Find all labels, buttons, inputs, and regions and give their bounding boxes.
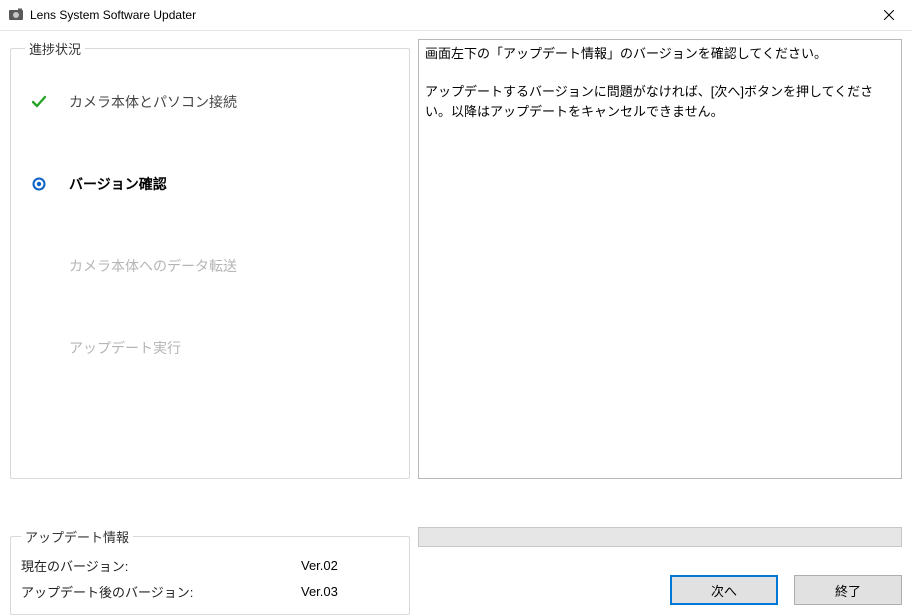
current-version-row: 現在のバージョン: Ver.02 <box>21 552 399 578</box>
step-label: カメラ本体へのデータ転送 <box>51 256 237 276</box>
instructions-panel: 画面左下の「アップデート情報」のバージョンを確認してください。 アップデートする… <box>418 39 902 479</box>
finish-button[interactable]: 終了 <box>794 575 902 605</box>
progress-fieldset: 進捗状況 カメラ本体とパソコン接続 バージョン確認 <box>10 39 410 479</box>
step-label: バージョン確認 <box>51 174 167 194</box>
close-icon <box>884 10 894 20</box>
check-icon <box>27 95 51 109</box>
current-step-icon <box>27 177 51 191</box>
instructions-line2: アップデートするバージョンに問題がなければ、[次へ]ボタンを押してください。以降… <box>425 82 895 122</box>
step-execute: アップデート実行 <box>25 324 395 372</box>
update-info-fieldset: アップデート情報 現在のバージョン: Ver.02 アップデート後のバージョン:… <box>10 527 410 615</box>
close-button[interactable] <box>866 0 912 31</box>
after-version-row: アップデート後のバージョン: Ver.03 <box>21 578 399 604</box>
update-info-legend: アップデート情報 <box>21 527 133 546</box>
titlebar: Lens System Software Updater <box>0 0 912 31</box>
step-label: アップデート実行 <box>51 338 181 358</box>
window-title: Lens System Software Updater <box>30 8 196 22</box>
after-version-label: アップデート後のバージョン: <box>21 582 301 601</box>
current-version-label: 現在のバージョン: <box>21 556 301 575</box>
app-icon <box>8 7 24 23</box>
instructions-line1: 画面左下の「アップデート情報」のバージョンを確認してください。 <box>425 44 895 64</box>
after-version-value: Ver.03 <box>301 584 338 599</box>
progress-bar <box>418 527 902 547</box>
step-version-check: バージョン確認 <box>25 160 395 208</box>
step-label: カメラ本体とパソコン接続 <box>51 92 237 112</box>
next-button[interactable]: 次へ <box>670 575 778 605</box>
current-version-value: Ver.02 <box>301 558 338 573</box>
progress-legend: 進捗状況 <box>25 39 85 58</box>
step-connect: カメラ本体とパソコン接続 <box>25 78 395 126</box>
step-transfer: カメラ本体へのデータ転送 <box>25 242 395 290</box>
